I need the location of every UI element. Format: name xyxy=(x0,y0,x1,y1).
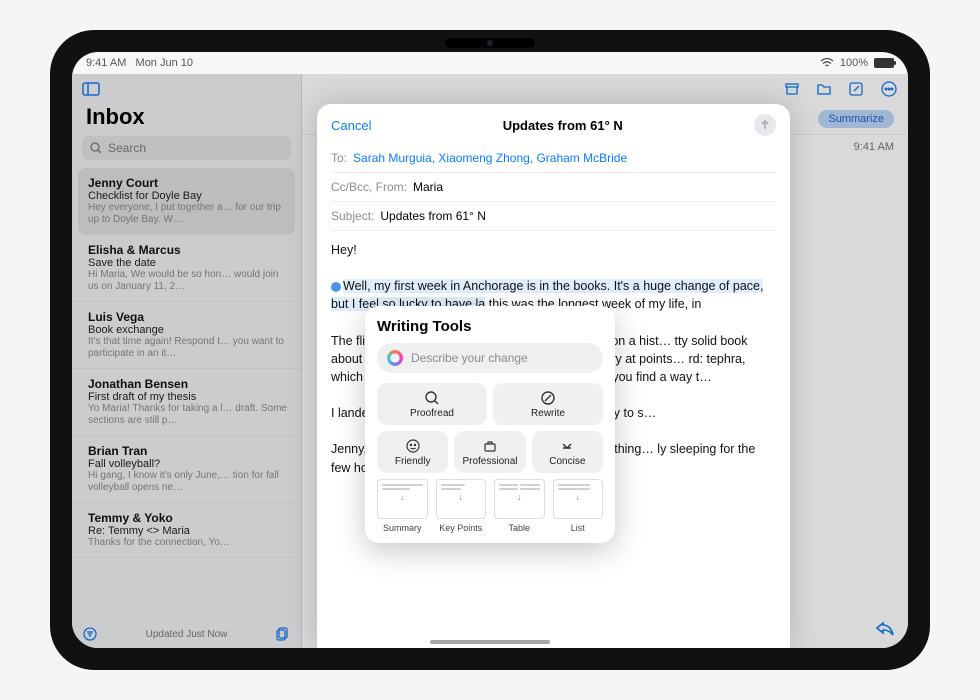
rewrite-button[interactable]: Rewrite xyxy=(493,383,603,425)
compose-icon[interactable] xyxy=(848,81,864,97)
cc-from-label: Cc/Bcc, From: xyxy=(331,180,407,194)
sidebar-toggle-icon[interactable] xyxy=(82,82,100,96)
to-label: To: xyxy=(331,151,347,165)
briefcase-icon xyxy=(483,439,497,453)
magnifier-icon xyxy=(424,390,440,406)
folder-icon[interactable] xyxy=(816,81,832,97)
home-indicator[interactable] xyxy=(430,640,550,644)
arrow-up-icon xyxy=(759,119,771,131)
copy-icon[interactable] xyxy=(275,626,291,642)
status-bar: 9:41 AM Mon Jun 10 100% xyxy=(72,52,908,74)
describe-change-input[interactable]: Describe your change xyxy=(377,343,603,373)
list-button[interactable]: ↓ List xyxy=(553,479,604,533)
battery-percent: 100% xyxy=(840,57,868,69)
ai-icon xyxy=(387,350,403,366)
message-timestamp: 9:41 AM xyxy=(854,141,894,153)
subject-label: Subject: xyxy=(331,209,374,223)
from-name[interactable]: Maria xyxy=(413,180,443,194)
keypoints-button[interactable]: ↓ Key Points xyxy=(436,479,487,533)
inbox-title: Inbox xyxy=(72,104,301,136)
writing-tools-title: Writing Tools xyxy=(377,318,603,335)
search-input[interactable]: Search xyxy=(82,136,291,160)
wifi-icon xyxy=(820,58,834,68)
smile-icon xyxy=(406,439,420,453)
message-row[interactable]: Jonathan Bensen First draft of my thesis… xyxy=(72,369,301,436)
selection-handle[interactable] xyxy=(331,282,341,292)
archive-icon[interactable] xyxy=(784,81,800,97)
search-icon xyxy=(90,142,102,154)
message-row[interactable]: Elisha & Marcus Save the date Hi Maria, … xyxy=(72,235,301,302)
concise-button[interactable]: Concise xyxy=(532,431,603,473)
recipients[interactable]: Sarah Murguia, Xiaomeng Zhong, Graham Mc… xyxy=(353,151,627,165)
proofread-button[interactable]: Proofread xyxy=(377,383,487,425)
friendly-button[interactable]: Friendly xyxy=(377,431,448,473)
status-date: Mon Jun 10 xyxy=(136,57,193,69)
professional-button[interactable]: Professional xyxy=(454,431,525,473)
message-row[interactable]: Jenny Court Checklist for Doyle Bay Hey … xyxy=(78,168,295,235)
send-button[interactable] xyxy=(754,114,776,136)
reply-icon[interactable] xyxy=(874,619,896,637)
message-row[interactable]: Luis Vega Book exchange It's that time a… xyxy=(72,302,301,369)
status-time: 9:41 AM xyxy=(86,57,126,69)
concise-icon xyxy=(560,439,574,453)
table-button[interactable]: ↓ Table xyxy=(494,479,545,533)
summarize-button[interactable]: Summarize xyxy=(818,110,894,128)
subject-value[interactable]: Updates from 61° N xyxy=(380,209,486,223)
sidebar: Inbox Search Jenny Court Checklist for D… xyxy=(72,74,302,648)
rewrite-icon xyxy=(540,390,556,406)
filter-icon[interactable] xyxy=(82,626,98,642)
summary-button[interactable]: ↓ Summary xyxy=(377,479,428,533)
updated-label: Updated Just Now xyxy=(146,629,228,640)
message-row[interactable]: Brian Tran Fall volleyball? Hi gang, I k… xyxy=(72,436,301,503)
writing-tools-popover: Writing Tools Describe your change Proof… xyxy=(365,306,615,543)
cancel-button[interactable]: Cancel xyxy=(331,118,371,133)
more-icon[interactable] xyxy=(880,80,898,98)
compose-title: Updates from 61° N xyxy=(503,118,623,133)
message-row[interactable]: Temmy & Yoko Re: Temmy <> Maria Thanks f… xyxy=(72,503,301,558)
battery-icon xyxy=(874,58,894,68)
